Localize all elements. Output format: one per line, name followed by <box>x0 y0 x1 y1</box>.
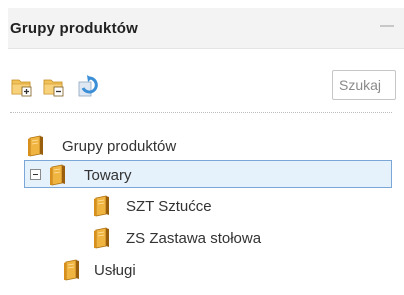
product-groups-panel: Grupy produktów Szukaj Grupy produktów T… <box>8 8 404 295</box>
tree-node-root[interactable]: Grupy produktów <box>24 132 284 160</box>
remove-group-button[interactable] <box>42 74 66 98</box>
tree-node-label: SZT Sztućce <box>126 198 212 215</box>
folder-remove-icon <box>42 74 64 97</box>
tree-node-label: Grupy produktów <box>62 138 177 155</box>
toolbar-divider <box>10 112 392 113</box>
toolbar <box>8 66 404 106</box>
book-folder-icon <box>92 195 112 217</box>
tree-node-szt[interactable]: SZT Sztućce <box>90 192 270 220</box>
tree-node-towary[interactable]: Towary <box>24 160 392 188</box>
search-input[interactable] <box>332 70 396 100</box>
refresh-icon <box>78 75 98 97</box>
book-folder-icon <box>92 227 112 249</box>
tree-node-label: ZS Zastawa stołowa <box>126 230 262 247</box>
book-folder-icon <box>26 135 46 157</box>
book-folder-icon <box>48 164 68 186</box>
minimize-button[interactable] <box>376 18 398 34</box>
add-group-button[interactable] <box>10 74 34 98</box>
tree-node-uslugi[interactable]: Usługi <box>60 256 200 284</box>
tree-node-label: Towary <box>84 167 132 184</box>
book-folder-icon <box>62 259 82 281</box>
refresh-button[interactable] <box>76 74 100 98</box>
panel-header: Grupy produktów <box>8 8 404 49</box>
collapse-toggle[interactable] <box>30 169 41 180</box>
tree-node-label: Usługi <box>94 262 136 279</box>
tree-node-zs[interactable]: ZS Zastawa stołowa <box>90 224 310 252</box>
panel-title: Grupy produktów <box>10 20 138 37</box>
folder-add-icon <box>10 74 32 97</box>
